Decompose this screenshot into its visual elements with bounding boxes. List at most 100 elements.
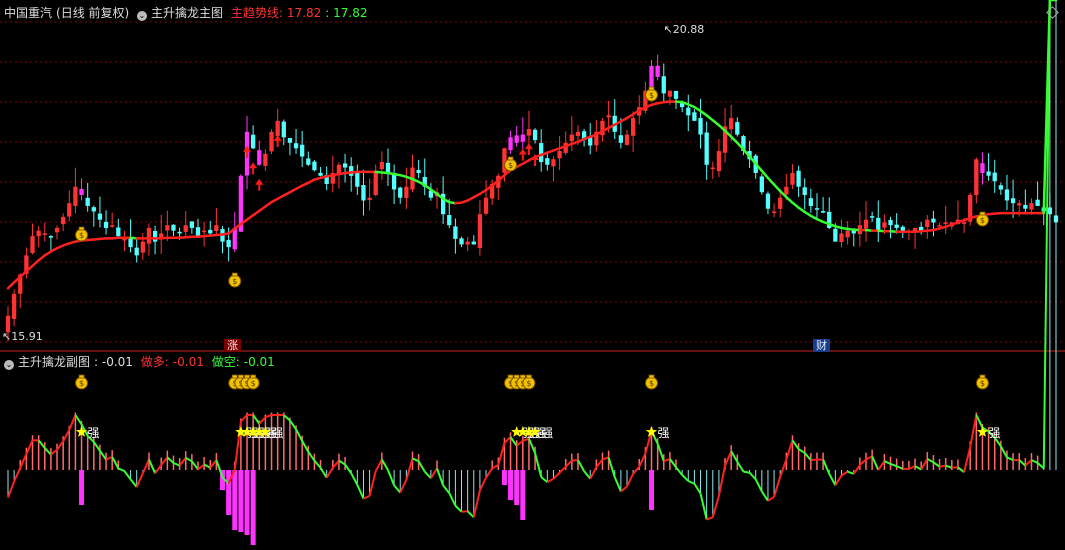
indicator-name[interactable]: 主升擒龙主图 — [151, 6, 223, 20]
main-chart-header: 中国重汽 (日线 前复权) ⌄ 主升擒龙主图 主趋势线: 17.82: 17.82 — [4, 6, 372, 21]
momentum-seg-76 — [466, 510, 475, 519]
candle-body-135 — [833, 228, 838, 242]
candle-body-164 — [1010, 198, 1016, 204]
candle-body-163 — [1004, 189, 1010, 201]
trend-label: 主趋势线: — [230, 6, 283, 20]
candle-body-32 — [201, 230, 207, 233]
zhang-marker[interactable]: 涨 — [224, 339, 241, 352]
momentum-seg-134 — [822, 459, 831, 475]
candle-body-85 — [526, 129, 532, 136]
buy-arrow-84 — [518, 148, 527, 161]
momentum-seg-72 — [442, 484, 451, 494]
candle-body-50 — [312, 161, 317, 171]
candle-body-31 — [195, 227, 201, 237]
trend-value-green: : 17.82 — [325, 6, 368, 20]
candle-body-41 — [257, 150, 262, 165]
candle-body-93 — [575, 131, 581, 136]
sub-indicator-settings-icon[interactable]: ⌄ — [4, 360, 14, 370]
fuchsia-bar-37 — [232, 470, 238, 530]
candle-body-156 — [961, 222, 967, 224]
sub-money-bag-icon-0: $ — [75, 374, 89, 390]
momentum-seg-158 — [969, 414, 978, 448]
momentum-seg-66 — [405, 458, 414, 481]
momentum-seg-63 — [387, 469, 396, 486]
sub-main-value: : -0.01 — [94, 355, 133, 369]
chart-canvas: $$$$$↖20.88↖15.91强强强强强强强强强强强强$$$$$$$$$$$ — [0, 0, 1065, 545]
candle-body-44 — [275, 120, 280, 136]
trend-value-red: 17.82 — [286, 6, 322, 20]
svg-text:$: $ — [232, 277, 237, 286]
momentum-seg-27 — [166, 456, 175, 464]
svg-text:$: $ — [649, 91, 654, 100]
momentum-seg-156 — [957, 466, 965, 473]
momentum-seg-10 — [62, 429, 71, 442]
momentum-seg-128 — [785, 439, 794, 460]
momentum-seg-151 — [926, 458, 934, 464]
candle-body-58 — [361, 185, 366, 201]
momentum-seg-148 — [908, 465, 916, 470]
candle-body-29 — [183, 225, 188, 232]
candle-body-108 — [667, 90, 673, 97]
low-price-label: ↖15.91 — [2, 330, 43, 343]
sub-indicator-name[interactable]: 主升擒龙副图 — [18, 355, 90, 369]
svg-text:$: $ — [79, 231, 84, 240]
momentum-seg-88 — [540, 476, 548, 483]
momentum-seg-70 — [430, 467, 438, 479]
momentum-seg-96 — [589, 466, 598, 480]
candle-body-145 — [894, 224, 899, 228]
momentum-seg-28 — [173, 461, 181, 467]
candle-body-40 — [251, 134, 256, 149]
momentum-seg-113 — [693, 483, 702, 495]
momentum-seg-83 — [509, 436, 518, 447]
candle-body-19 — [122, 238, 127, 241]
candle-body-152 — [937, 225, 942, 227]
candle-body-107 — [661, 76, 666, 94]
momentum-seg-62 — [380, 459, 389, 471]
candle-body-106 — [655, 65, 660, 77]
momentum-seg-1 — [7, 481, 16, 498]
momentum-seg-91 — [558, 465, 567, 474]
candle-body-133 — [820, 211, 826, 213]
momentum-seg-118 — [724, 450, 733, 466]
momentum-seg-19 — [117, 467, 125, 473]
candle-body-45 — [281, 121, 286, 138]
candle-body-76 — [471, 241, 476, 245]
candle-body-100 — [618, 135, 624, 143]
momentum-seg-138 — [847, 470, 855, 475]
candle-body-36 — [226, 240, 231, 248]
candle-body-111 — [686, 107, 691, 116]
money-bag-icon-0: $ — [75, 226, 89, 242]
momentum-seg-159 — [975, 414, 984, 429]
strong-label-9: 强 — [541, 426, 553, 440]
candle-body-24 — [152, 230, 158, 242]
momentum-seg-32 — [197, 463, 205, 471]
momentum-seg-115 — [706, 516, 714, 521]
candle-body-13 — [85, 197, 90, 206]
momentum-seg-75 — [461, 510, 468, 513]
momentum-seg-119 — [730, 450, 739, 463]
momentum-seg-64 — [393, 484, 401, 494]
candle-body-1 — [11, 293, 17, 319]
candle-body-129 — [796, 170, 801, 187]
main-money-bags: $ $ $ $ $ — [75, 86, 989, 288]
strong-label-0: 强 — [88, 426, 100, 440]
candle-body-49 — [306, 158, 311, 165]
momentum-seg-135 — [828, 473, 837, 486]
candle-body-141 — [869, 216, 875, 218]
candle-body-125 — [771, 211, 777, 213]
momentum-seg-114 — [699, 493, 708, 520]
momentum-seg-143 — [877, 460, 886, 471]
indicator-settings-icon[interactable]: ⌄ — [137, 11, 148, 21]
candle-body-64 — [398, 187, 403, 198]
candle-body-128 — [790, 173, 795, 185]
candle-body-23 — [146, 227, 152, 244]
momentum-seg-46 — [283, 414, 291, 422]
candle-body-9 — [61, 216, 66, 225]
momentum-seg-53 — [325, 467, 334, 479]
candle-body-72 — [447, 215, 452, 226]
cai-marker[interactable]: 财 — [813, 339, 830, 352]
candle-body-167 — [1029, 203, 1034, 210]
stock-name: 中国重汽 — [4, 6, 53, 20]
momentum-seg-109 — [669, 458, 677, 468]
sub-momentum-line — [7, 0, 1056, 521]
